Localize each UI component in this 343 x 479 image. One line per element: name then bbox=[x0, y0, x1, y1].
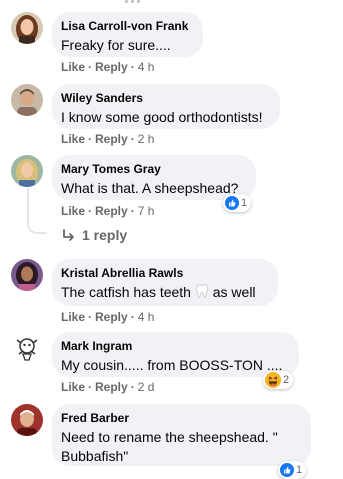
comment-text-part: as well bbox=[212, 284, 256, 300]
top-divider-dots bbox=[0, 0, 343, 6]
reaction-count: 2 bbox=[283, 374, 290, 386]
like-button[interactable]: Like bbox=[61, 132, 85, 146]
like-icon bbox=[225, 196, 239, 210]
comment-text: The catfish has teeth as well bbox=[61, 283, 266, 302]
comment-text: I know some good orthodontists! bbox=[61, 109, 263, 125]
comment-author[interactable]: Lisa Carroll-von Frank bbox=[61, 19, 191, 34]
comment-bubble: Mary Tomes Gray What is that. A sheepshe… bbox=[52, 155, 256, 200]
avatar[interactable] bbox=[11, 404, 43, 436]
replies-count: 1 reply bbox=[82, 227, 128, 243]
comment-bubble: Lisa Carroll-von Frank Freaky for sure..… bbox=[52, 12, 203, 57]
comment-bubble: Mark Ingram My cousin..... from BOOSS-TO… bbox=[52, 332, 299, 377]
comment-text: My cousin..... from BOOSS-TON .... bbox=[61, 357, 283, 373]
comment-author[interactable]: Kristal Abrellia Rawls bbox=[61, 266, 266, 281]
reaction-badge[interactable]: 1 bbox=[278, 461, 307, 479]
comment-time[interactable]: 4 h bbox=[138, 310, 155, 324]
view-replies-link[interactable]: 1 reply bbox=[62, 226, 127, 244]
avatar-cartoon-icon bbox=[11, 332, 43, 364]
comment-text: What is that. A sheepshead? bbox=[61, 180, 239, 196]
reply-button[interactable]: Reply bbox=[95, 60, 128, 74]
reply-arrow-icon bbox=[63, 229, 74, 241]
avatar-woman-blonde-icon bbox=[11, 155, 43, 187]
comment-actions: Like · Reply · 7 h bbox=[61, 204, 155, 218]
reaction-badge[interactable]: 1 bbox=[223, 194, 252, 212]
avatar[interactable] bbox=[11, 155, 43, 187]
avatar-woman-purple-icon bbox=[11, 259, 43, 291]
avatar-man-red-icon bbox=[11, 404, 43, 436]
avatar[interactable] bbox=[11, 12, 43, 44]
reply-button[interactable]: Reply bbox=[95, 204, 128, 218]
comment-author[interactable]: Fred Barber bbox=[61, 411, 299, 426]
reply-button[interactable]: Reply bbox=[95, 380, 128, 394]
comment-bubble: Kristal Abrellia Rawls The catfish has t… bbox=[52, 259, 278, 306]
comment-text: Freaky for sure.... bbox=[61, 37, 171, 53]
avatar[interactable] bbox=[11, 84, 43, 116]
reply-button[interactable]: Reply bbox=[95, 132, 128, 146]
reaction-count: 1 bbox=[296, 464, 303, 476]
comment-actions: Like · Reply · 4 h bbox=[61, 60, 155, 74]
like-button[interactable]: Like bbox=[61, 310, 85, 324]
avatar-woman-brown-hair-icon bbox=[11, 12, 43, 44]
comment-actions: Like · Reply · 4 h bbox=[61, 310, 155, 324]
like-button[interactable]: Like bbox=[61, 380, 85, 394]
comment-text-body: Need to rename the sheepshead. " Bubbafi… bbox=[61, 429, 278, 464]
comment-bubble: Fred Barber Need to rename the sheepshea… bbox=[52, 404, 311, 466]
reaction-badge[interactable]: 2 bbox=[263, 371, 294, 389]
like-button[interactable]: Like bbox=[61, 60, 85, 74]
tooth-emoji-icon bbox=[195, 284, 209, 299]
comment-author[interactable]: Mark Ingram bbox=[61, 339, 287, 354]
comment-time[interactable]: 4 h bbox=[138, 60, 155, 74]
reaction-count: 1 bbox=[241, 197, 248, 209]
comment-author[interactable]: Wiley Sanders bbox=[61, 91, 268, 106]
comment-author[interactable]: Mary Tomes Gray bbox=[61, 162, 244, 177]
comment-actions: Like · Reply · 2 d bbox=[61, 380, 155, 394]
comment-time[interactable]: 2 h bbox=[138, 132, 155, 146]
thread-connector bbox=[27, 188, 47, 234]
avatar[interactable] bbox=[11, 332, 43, 364]
avatar[interactable] bbox=[11, 259, 43, 291]
like-button[interactable]: Like bbox=[61, 204, 85, 218]
like-icon bbox=[280, 463, 294, 477]
avatar-man-icon bbox=[11, 84, 43, 116]
comment-actions: Like · Reply · 2 h bbox=[61, 132, 155, 146]
haha-icon bbox=[265, 372, 281, 388]
comment-bubble: Wiley Sanders I know some good orthodont… bbox=[52, 84, 280, 129]
comment-text: Need to rename the sheepshead. " Bubbafi… bbox=[61, 428, 299, 466]
comment-time[interactable]: 7 h bbox=[138, 204, 155, 218]
reply-button[interactable]: Reply bbox=[95, 310, 128, 324]
comment-time[interactable]: 2 d bbox=[138, 380, 155, 394]
comment-text-part: The catfish has teeth bbox=[61, 284, 191, 300]
